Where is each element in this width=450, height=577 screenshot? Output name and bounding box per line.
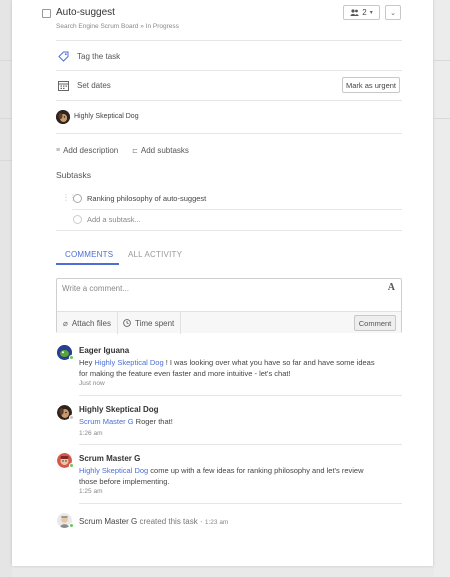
assignee-avatar[interactable] [56,110,70,124]
paperclip-icon: ⌀ [63,318,68,328]
online-status-dot [69,463,74,468]
comment-author[interactable]: Highly Skeptical Dog [79,405,159,414]
more-options-button[interactable]: ⌄ [385,5,401,20]
background-divider [0,60,12,61]
set-dates-field[interactable]: Set dates [77,81,111,90]
background-right [434,0,450,577]
attach-files-button[interactable]: ⌀ Attach files [57,312,118,334]
time-spent-button[interactable]: Time spent [117,312,182,334]
tag-icon [57,50,69,62]
background-left [0,0,12,577]
divider [56,100,402,101]
creator-name[interactable]: Scrum Master G [79,517,137,526]
calendar-icon [57,79,69,91]
task-created-entry: Scrum Master G created this task · 1:23 … [79,517,228,526]
assignee-name[interactable]: Highly Skeptical Dog [74,113,139,120]
active-tab-indicator [56,263,119,265]
comment-text-segment: Hey [79,358,95,367]
comment-text-segment: those before implementing. [79,477,170,486]
add-subtasks-button[interactable]: ⊏ Add subtasks [132,146,189,155]
online-status-dot [69,355,74,360]
task-complete-checkbox[interactable] [42,9,51,18]
created-timestamp: 1:23 am [204,519,229,526]
background-divider [434,60,450,61]
add-description-label: Add description [63,146,119,155]
chevron-down-icon: ⌄ [390,9,396,17]
comment-text: Scrum Master G Roger that! [79,416,173,427]
subtask-checkbox[interactable] [73,194,82,203]
new-subtask-checkbox [73,215,82,224]
text-format-icon[interactable]: A [388,282,395,293]
add-description-button[interactable]: ≡ Add description [56,146,118,155]
background-divider [0,160,12,161]
tab-comments[interactable]: COMMENTS [65,250,113,259]
add-subtasks-label: Add subtasks [140,146,189,155]
followers-count: 2 [362,8,367,17]
comment-text-segment: for making the feature even faster and m… [79,369,291,378]
breadcrumb-status[interactable]: In Progress [146,23,179,30]
comment-text: Hey Highly Skeptical Dog ! I was looking… [79,357,375,379]
task-title[interactable]: Auto-suggest [56,7,115,18]
divider [79,503,402,504]
divider [56,40,402,41]
offline-status-dot [69,415,74,420]
created-separator: · [199,517,203,526]
task-detail-panel: Auto-suggest Search Engine Scrum Board »… [12,0,433,566]
divider [56,133,402,134]
clock-icon [123,319,131,327]
attach-files-label: Attach files [71,318,111,328]
breadcrumb-board[interactable]: Search Engine Scrum Board [56,23,138,30]
comment-input[interactable]: Write a comment... [62,284,129,293]
subtasks-heading: Subtasks [56,170,91,180]
comment-timestamp: Just now [79,380,105,387]
subtask-label[interactable]: Ranking philosophy of auto-suggest [87,194,206,203]
divider [72,209,402,210]
comment-author[interactable]: Scrum Master G [79,454,140,463]
comment-timestamp: 1:25 am [79,488,103,495]
comment-text-segment: ! I was looking over what you have so fa… [163,358,375,367]
add-subtask-input[interactable]: Add a subtask... [87,215,141,224]
divider [79,395,402,396]
background-divider [0,118,12,119]
breadcrumb: Search Engine Scrum Board » In Progress [56,23,179,30]
breadcrumb-separator: » [140,23,144,30]
text-lines-icon: ≡ [56,147,61,154]
comment-toolbar: ⌀ Attach files Time spent Comment [57,311,401,334]
tag-task-field[interactable]: Tag the task [77,52,120,61]
time-spent-label: Time spent [135,318,175,328]
chevron-down-icon: ▾ [369,10,373,16]
comment-text: Highly Skeptical Dog come up with a few … [79,465,364,487]
mention-link[interactable]: Scrum Master G [79,417,134,426]
comment-text-segment: come up with a few ideas for ranking phi… [148,466,364,475]
followers-button[interactable]: 2 ▾ [343,5,380,20]
online-status-dot [69,523,74,528]
divider [56,230,402,231]
comment-text-segment: Roger that! [133,417,173,426]
created-action: created this task [139,517,198,526]
tab-all-activity[interactable]: ALL ACTIVITY [128,250,182,259]
divider [56,70,402,71]
mention-link[interactable]: Highly Skeptical Dog [79,466,148,475]
comment-author[interactable]: Eager Iguana [79,346,129,355]
comment-timestamp: 1:26 am [79,430,103,437]
mark-as-urgent-button[interactable]: Mark as urgent [342,77,400,93]
divider [79,444,402,445]
comment-composer: Write a comment... A ⌀ Attach files Time… [56,278,402,334]
comment-submit-button[interactable]: Comment [354,315,396,331]
people-icon [350,9,359,16]
background-divider [434,118,450,119]
subtask-icon: ⊏ [132,147,138,155]
mention-link[interactable]: Highly Skeptical Dog [94,358,163,367]
